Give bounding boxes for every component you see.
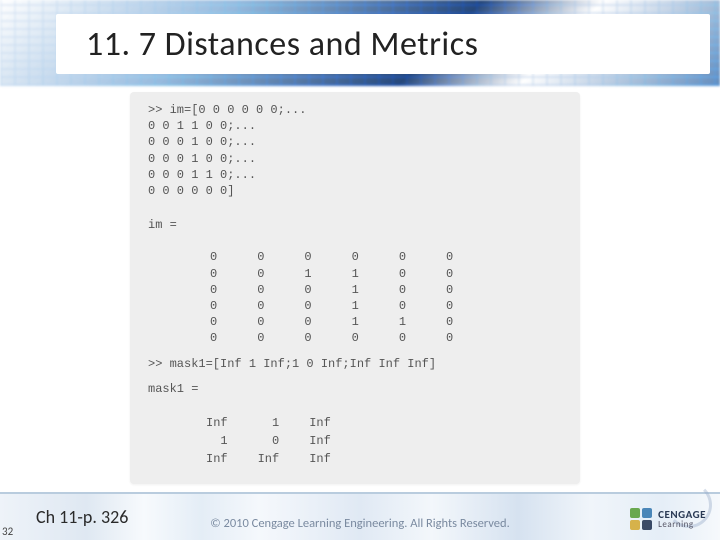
code-mask-input: >> mask1=[Inf 1 Inf;1 0 Inf;Inf Inf Inf] [148, 356, 564, 372]
brand-sub: Learning [658, 520, 706, 529]
brand-logo-text: CENGAGE Learning [658, 509, 706, 529]
mask-matrix: Inf1Inf10InfInfInfInf [190, 413, 564, 470]
mask-variable-label: mask1 = [148, 381, 564, 397]
slide: 11. 7 Distances and Metrics >> im=[0 0 0… [0, 0, 720, 540]
brand-logo: CENGAGE Learning [630, 508, 706, 530]
title-bar: 11. 7 Distances and Metrics [56, 14, 710, 74]
code-card: >> im=[0 0 0 0 0 0;... 0 0 1 1 0 0;... 0… [130, 92, 580, 484]
brand-logo-icon [630, 508, 652, 530]
copyright-text: © 2010 Cengage Learning Engineering. All… [0, 516, 720, 532]
im-variable-label: im = [148, 217, 564, 233]
slide-title: 11. 7 Distances and Metrics [86, 24, 478, 65]
code-im-input: >> im=[0 0 0 0 0 0;... 0 0 1 1 0 0;... 0… [148, 102, 564, 199]
im-matrix: 000000001100000100000100000110000000 [190, 249, 564, 346]
page-number: 32 [2, 525, 13, 538]
